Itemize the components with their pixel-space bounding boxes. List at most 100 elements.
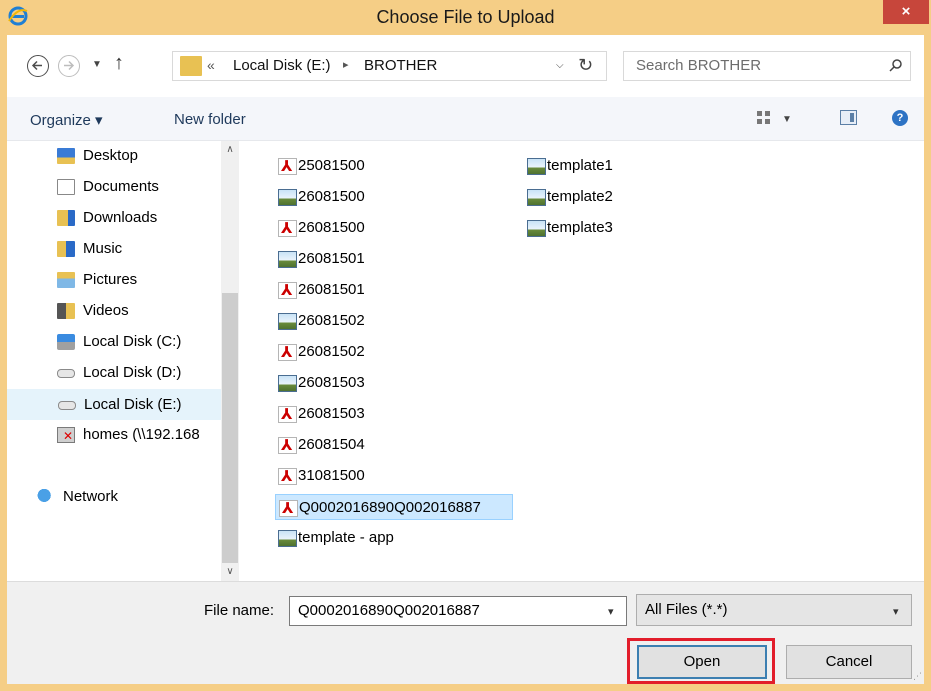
file-item[interactable]: 26081500 [275, 184, 475, 210]
back-button[interactable] [27, 55, 49, 77]
search-icon[interactable] [889, 58, 903, 72]
title-bar[interactable]: Choose File to Upload × [0, 0, 931, 35]
address-bar[interactable]: « Local Disk (E:) ▸ BROTHER ⌵ ↻ [172, 51, 607, 81]
nav-item-local-disk-d[interactable]: Local Disk (D:) [7, 358, 221, 389]
pdf-file-icon [278, 436, 297, 454]
help-icon[interactable]: ? [892, 110, 908, 126]
file-item[interactable]: 26081503 [275, 401, 475, 427]
file-name: 26081502 [298, 312, 365, 329]
breadcrumb-local-disk-e[interactable]: Local Disk (E:) [233, 57, 331, 74]
nav-item-downloads[interactable]: Downloads [7, 203, 221, 234]
file-item[interactable]: 26081503 [275, 370, 475, 396]
file-name-value: Q0002016890Q002016887 [298, 602, 480, 619]
file-name: template - app [298, 529, 394, 546]
nav-item-documents[interactable]: Documents [7, 172, 221, 203]
folder-icon [180, 56, 202, 76]
nav-item-network[interactable]: Network [7, 482, 221, 513]
file-item[interactable]: 26081502 [275, 308, 475, 334]
file-item[interactable]: 26081501 [275, 246, 475, 272]
file-name: 26081504 [298, 436, 365, 453]
videos-folder-icon [57, 303, 75, 319]
search-input[interactable]: Search BROTHER [636, 57, 761, 74]
pdf-file-icon [278, 219, 297, 237]
change-view-icon[interactable] [757, 111, 771, 125]
file-list[interactable]: 25081500 26081500 26081500 26081501 26081501… [244, 141, 924, 581]
up-folder-button[interactable]: ↑ [114, 52, 124, 75]
nav-item-local-disk-c[interactable]: Local Disk (C:) [7, 327, 221, 358]
scroll-up-icon[interactable]: ∧ [221, 141, 239, 159]
image-file-icon [278, 313, 297, 330]
new-folder-button[interactable]: New folder [174, 111, 246, 128]
nav-item-label: Documents [83, 178, 159, 195]
navigation-pane: Desktop Documents Downloads Music Pictur… [7, 141, 242, 581]
pdf-file-icon [278, 405, 297, 423]
nav-item-pictures[interactable]: Pictures [7, 265, 221, 296]
nav-item-homes-network-drive[interactable]: homes (\\192.168 [7, 420, 221, 451]
dialog-footer: File name: Q0002016890Q002016887 ▾ All F… [7, 581, 924, 684]
file-name: 26081503 [298, 374, 365, 391]
breadcrumb-brother[interactable]: BROTHER [364, 57, 437, 74]
image-file-icon [278, 189, 297, 206]
cancel-button[interactable]: Cancel [786, 645, 912, 679]
file-name: 26081502 [298, 343, 365, 360]
file-name: template1 [547, 157, 613, 174]
file-item[interactable]: Q0002016890Q002016887 [275, 494, 513, 520]
nav-item-label: Desktop [83, 147, 139, 164]
nav-item-label: homes (\\192.168 [83, 426, 200, 443]
file-item[interactable]: template - app [275, 525, 475, 551]
forward-button[interactable] [58, 55, 80, 77]
file-item[interactable]: template1 [524, 153, 724, 179]
file-name: 25081500 [298, 157, 365, 174]
file-item[interactable]: 26081501 [275, 277, 475, 303]
nav-item-label: Local Disk (D:) [83, 364, 182, 381]
documents-folder-icon [57, 179, 75, 195]
nav-item-videos[interactable]: Videos [7, 296, 221, 327]
drive-icon [57, 369, 75, 378]
nav-item-label: Local Disk (E:) [84, 396, 182, 413]
scroll-down-icon[interactable]: ∨ [221, 563, 239, 581]
nav-pane-scrollbar[interactable]: ∧ ∨ [221, 141, 239, 581]
nav-item-label: Network [63, 488, 119, 505]
file-item[interactable]: 26081504 [275, 432, 475, 458]
resize-grip-icon[interactable]: ⋰ [913, 671, 922, 682]
open-button[interactable]: Open [637, 645, 767, 679]
file-name: 31081500 [298, 467, 365, 484]
file-name: 26081500 [298, 219, 365, 236]
recent-locations-dropdown[interactable]: ▼ [92, 59, 102, 70]
chevron-down-icon[interactable]: ▾ [608, 605, 614, 618]
nav-item-local-disk-e[interactable]: Local Disk (E:) [7, 389, 221, 420]
file-item[interactable]: template2 [524, 184, 724, 210]
image-file-icon [527, 158, 546, 175]
organize-menu[interactable]: Organize ▾ [30, 111, 103, 129]
nav-item-desktop[interactable]: Desktop [7, 141, 221, 172]
refresh-icon[interactable]: ↻ [578, 55, 593, 76]
window-title: Choose File to Upload [376, 7, 555, 27]
address-history-dropdown[interactable]: ⌵ [556, 60, 564, 71]
dialog-client-area: ▼ ↑ « Local Disk (E:) ▸ BROTHER ⌵ ↻ Sear… [7, 35, 924, 684]
image-file-icon [278, 530, 297, 547]
file-item[interactable]: 31081500 [275, 463, 475, 489]
view-options-dropdown[interactable]: ▼ [782, 114, 792, 125]
nav-item-music[interactable]: Music [7, 234, 221, 265]
image-file-icon [278, 251, 297, 268]
search-box[interactable]: Search BROTHER [623, 51, 911, 81]
pictures-folder-icon [57, 272, 75, 288]
image-file-icon [527, 189, 546, 206]
file-item[interactable]: 26081502 [275, 339, 475, 365]
image-file-icon [278, 375, 297, 392]
close-button[interactable]: × [883, 0, 929, 24]
command-toolbar: Organize ▾ New folder ▼ ? [7, 97, 924, 141]
file-name: template3 [547, 219, 613, 236]
file-item[interactable]: 25081500 [275, 153, 475, 179]
address-overflow-chevron[interactable]: « [207, 57, 215, 73]
file-name: 26081501 [298, 281, 365, 298]
breadcrumb-separator-icon[interactable]: ▸ [343, 58, 349, 71]
file-name-input[interactable]: Q0002016890Q002016887 ▾ [289, 596, 627, 626]
file-type-filter[interactable]: All Files (*.*) ▾ [636, 594, 912, 626]
file-item[interactable]: template3 [524, 215, 724, 241]
preview-pane-icon[interactable] [840, 110, 857, 125]
file-item[interactable]: 26081500 [275, 215, 475, 241]
scrollbar-thumb[interactable] [222, 293, 238, 563]
image-file-icon [527, 220, 546, 237]
file-name: 26081503 [298, 405, 365, 422]
